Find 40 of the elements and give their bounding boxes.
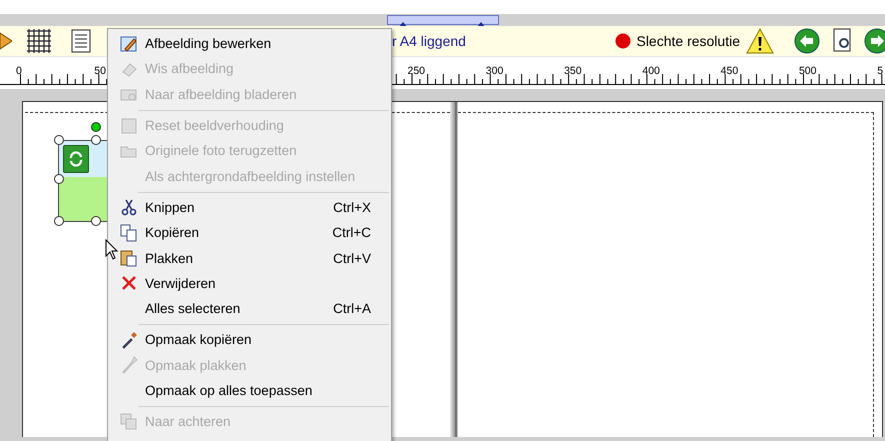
paste-clipboard-icon	[120, 249, 138, 268]
send-backward-icon	[120, 412, 138, 431]
resize-handle[interactable]	[54, 135, 64, 145]
ruler-label: 0	[16, 65, 22, 77]
mouse-cursor-icon	[105, 239, 119, 261]
copy-documents-icon	[120, 224, 138, 242]
resolution-warning-label: Slechte resolutie	[636, 33, 740, 49]
ruler-label: 400	[642, 65, 660, 77]
warning-icon	[746, 28, 774, 54]
ruler-label: 450	[720, 65, 738, 77]
grid-icon	[26, 28, 52, 54]
document-icon	[70, 29, 92, 53]
right-arrow-icon	[864, 28, 885, 54]
pencil-picture-icon	[120, 34, 138, 53]
menu-item[interactable]: Afbeelding bewerken	[108, 31, 391, 56]
menu-item[interactable]: Verwijderen	[108, 270, 391, 296]
ruler-label: 500	[798, 65, 816, 77]
replace-photo-button[interactable]	[63, 145, 89, 173]
ruler-label: 350	[564, 65, 582, 77]
resize-handle[interactable]	[54, 174, 64, 184]
pipette-icon	[120, 330, 138, 349]
status-dot-icon	[615, 33, 632, 49]
refresh-arrows-icon	[68, 151, 84, 167]
delete-cross-icon	[120, 274, 138, 292]
picture-reset-icon	[120, 116, 138, 135]
resize-handle[interactable]	[91, 216, 101, 226]
scissors-icon	[120, 198, 138, 216]
ruler-label: 50	[94, 65, 106, 77]
ruler-label: 5	[877, 65, 884, 77]
menu-item[interactable]: Opmaak op alles toepassen	[108, 378, 391, 404]
page-layout-label: r A4 liggend	[392, 33, 466, 49]
pipette-icon	[120, 356, 138, 374]
collapse-handle[interactable]	[386, 15, 498, 25]
ruler-label: 300	[486, 65, 504, 77]
resize-handle[interactable]	[54, 216, 64, 226]
ruler-label: 250	[407, 65, 426, 77]
menu-item[interactable]: Kopiëren Ctrl+C	[108, 220, 391, 246]
menu-item[interactable]: Opmaak kopiëren	[108, 327, 391, 353]
menu-item[interactable]: Knippen Ctrl+X	[108, 194, 391, 220]
menu-item[interactable]: Alles selecteren Ctrl+A	[108, 296, 391, 322]
